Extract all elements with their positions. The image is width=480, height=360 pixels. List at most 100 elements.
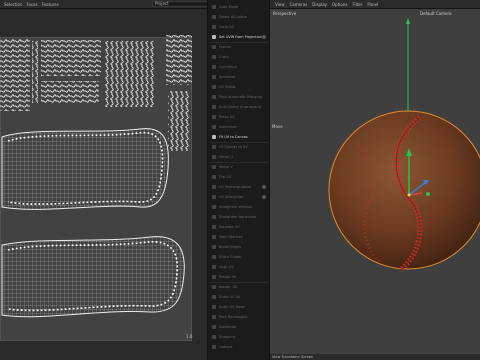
operation-label: Pack Rectangles — [219, 315, 248, 319]
settings-gear-icon[interactable] — [262, 185, 266, 189]
uv-operation-item[interactable]: Mirror U — [210, 153, 268, 161]
operation-icon — [212, 305, 216, 309]
uv-operation-item[interactable]: UV Shells — [210, 83, 268, 91]
uv-operation-item[interactable]: Grab Mode — [210, 3, 268, 11]
operation-icon — [212, 235, 216, 239]
gizmo-handle[interactable] — [426, 192, 430, 196]
projection-dropdown[interactable]: Project — [152, 1, 210, 7]
operation-label: Scale UV Down — [219, 305, 246, 309]
operation-label: Auto Island Unwrapping — [219, 105, 261, 109]
settings-gear-icon[interactable] — [262, 35, 266, 39]
uv-operation-item[interactable]: Flip UV — [210, 173, 268, 181]
uv-operation-item[interactable]: Fit Canvas to UV — [210, 143, 268, 151]
operation-label: Break Edges — [219, 245, 241, 249]
uv-operation-item[interactable]: UV Rectangularize — [210, 183, 268, 191]
operation-icon — [212, 165, 216, 169]
uv-operation-item[interactable]: Snapping — [210, 333, 268, 341]
uv-operation-item[interactable]: UV Straighten — [210, 193, 268, 201]
operation-label: Fit UV to Canvas — [219, 135, 248, 139]
uv-operation-item[interactable]: Distribute — [210, 323, 268, 331]
uv-operation-item[interactable]: Fit UV to Canvas — [210, 133, 268, 141]
settings-gear-icon[interactable] — [262, 195, 266, 199]
menu-selection[interactable]: Selection — [4, 2, 22, 7]
operation-icon — [212, 35, 216, 39]
operation-label: Straighten Horizontal — [219, 215, 257, 219]
operation-label: Grab Mode — [219, 5, 239, 9]
uv-operation-item[interactable]: Normalize — [210, 123, 268, 131]
operation-label: Set UVW from Projection — [219, 35, 262, 39]
uv-operation-item[interactable]: Relax UV — [210, 113, 268, 121]
uv-operation-item[interactable]: Stitch Edges — [210, 253, 268, 261]
operation-label: Spherical — [219, 75, 236, 79]
operation-icon — [212, 285, 216, 289]
uv-operation-item[interactable]: Cylindrical — [210, 63, 268, 71]
up-axis-arrow — [406, 18, 410, 24]
cover-island-top — [1, 128, 169, 210]
uv-operation-item[interactable]: Equalize UV — [210, 223, 268, 231]
operation-icon — [212, 205, 216, 209]
operation-label: Pack Automatic Mapping — [219, 95, 263, 99]
operation-label: Clear All — [219, 25, 234, 29]
stitch-island — [41, 81, 99, 103]
uv-operation-item[interactable]: Break Edges — [210, 243, 268, 251]
operation-label: Options — [219, 345, 233, 349]
uv-operation-item[interactable]: Options — [210, 343, 268, 351]
operation-label: Frontal — [219, 45, 231, 49]
operation-icon — [212, 135, 216, 139]
uv-operation-item[interactable]: Weld Vertices — [210, 233, 268, 241]
operation-icon — [212, 275, 216, 279]
operation-label: Align UV — [219, 265, 234, 269]
uv-operation-item[interactable]: Straighten Vertical — [210, 203, 268, 211]
viewport-status: View Transform: Screen — [270, 354, 480, 360]
operation-label: Rotate 90 — [219, 275, 237, 279]
operation-icon — [212, 95, 216, 99]
operation-label: Straighten Vertical — [219, 205, 252, 209]
uv-operation-item[interactable]: Spherical — [210, 73, 268, 81]
menu-features[interactable]: Features — [42, 2, 59, 7]
operation-icon — [212, 255, 216, 259]
operation-icon — [212, 295, 216, 299]
operation-label: Cylindrical — [219, 65, 238, 69]
uv-operation-item[interactable]: Pack Rectangles — [210, 313, 268, 321]
uv-operation-item[interactable]: Auto Island Unwrapping — [210, 103, 268, 111]
operation-icon — [212, 85, 216, 89]
operation-label: Fit Canvas to UV — [219, 145, 248, 149]
operation-icon — [212, 175, 216, 179]
uv-operation-item[interactable]: Pack Automatic Mapping — [210, 93, 268, 101]
uv-operation-item[interactable]: Straighten Horizontal — [210, 213, 268, 221]
operation-icon — [212, 25, 216, 29]
operation-icon — [212, 75, 216, 79]
uv-operation-item[interactable]: Mirror V — [210, 163, 268, 171]
stitch-island — [32, 41, 38, 103]
operation-icon — [212, 185, 216, 189]
menu-faces[interactable]: Faces — [26, 2, 37, 7]
uv-operation-item[interactable]: Clear All — [210, 23, 268, 31]
operation-label: Cubic — [219, 55, 229, 59]
uv-editor-canvas[interactable]: 1.0 — [0, 9, 207, 360]
operation-icon — [212, 115, 216, 119]
uv-operation-item[interactable]: Scale UV Down — [210, 303, 268, 311]
operation-icon — [212, 125, 216, 129]
uv-operation-item[interactable]: Rotate 90 — [210, 273, 268, 281]
uv-operation-item[interactable]: Align UV — [210, 263, 268, 271]
operation-label: Select All Active — [219, 15, 248, 19]
operation-icon — [212, 155, 216, 159]
3d-viewport[interactable]: View Cameras Display Options Filter Pane… — [270, 0, 480, 360]
stitch-island — [166, 35, 192, 85]
uv-page-number: 1.0 — [186, 334, 193, 339]
operation-icon — [212, 215, 216, 219]
uv-operation-item[interactable]: Frontal — [210, 43, 268, 51]
uv-operation-item[interactable]: Set UVW from Projection — [210, 33, 268, 41]
gizmo-center[interactable] — [407, 193, 411, 197]
operation-label: Snapping — [219, 335, 236, 339]
operation-icon — [212, 345, 216, 349]
stitch-island — [105, 41, 155, 107]
app-window: Selection Faces Features Project 1.0 Gra… — [0, 0, 480, 360]
uv-operation-item[interactable]: Rotate -90 — [210, 283, 268, 291]
uv-operation-item[interactable]: Scale UV Up — [210, 293, 268, 301]
operation-label: Equalize UV — [219, 225, 240, 229]
uv-operation-item[interactable]: Select All Active — [210, 13, 268, 21]
uv-operation-item[interactable]: Cubic — [210, 53, 268, 61]
stitch-island — [168, 91, 190, 151]
operation-icon — [212, 5, 216, 9]
